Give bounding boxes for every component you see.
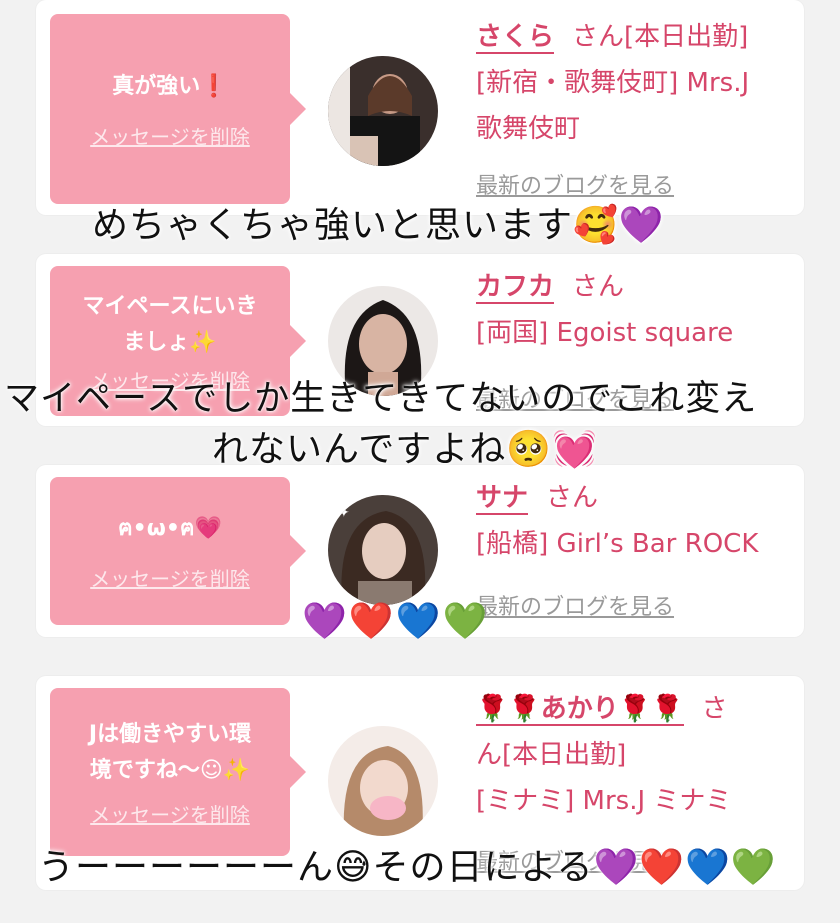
latest-blog-link[interactable]: 最新のブログを見る [476,589,674,621]
honorific: さ [701,694,728,724]
message-bubble: 真が強い❗ メッセージを削除 [50,14,306,204]
overlay-hearts: 💜❤️💙💚 [302,601,490,642]
store-line-1: [船橋] Girl’s Bar ROCK [476,529,759,559]
bubble-message-text: マイペースにいき ましょ✨ [73,289,268,361]
overlay-caption-2-line2: れないんですよね🥺💓 [212,429,598,470]
bubble-message-line1: マイペースにいき [82,293,258,319]
cast-info: さくら さん[本日出勤] [新宿・歌舞伎町] Mrs.J 歌舞伎町 [476,14,790,152]
overlay-caption-1: めちゃくちゃ強いと思います🥰💜 [92,205,665,246]
cast-name-link[interactable]: カフカ [476,272,555,304]
avatar-photo-icon [328,726,438,836]
message-bubble: Jは働きやすい環 境ですね〜☺✨ メッセージを削除 [50,688,306,856]
store-line-1: [両国] Egoist square [476,318,734,348]
bubble-message-line2: 境ですね〜☺✨ [89,757,251,783]
message-bubble: ฅ•ω•ฅ💗 メッセージを削除 [50,477,306,625]
delete-message-link[interactable]: メッセージを削除 [90,799,250,828]
bubble-message-text: ฅ•ω•ฅ💗 [117,515,223,541]
delete-message-link[interactable]: メッセージを削除 [90,563,250,592]
bubble-message-line2: ましょ✨ [123,329,217,355]
cast-name-link[interactable]: 🌹🌹あかり🌹🌹 [476,694,684,726]
delete-message-link[interactable]: メッセージを削除 [90,121,250,150]
avatar[interactable]: ✦ [328,495,438,605]
svg-text:✦: ✦ [338,505,350,521]
bubble-message-text: 真が強い❗ [112,73,228,99]
bubble-message-line1: Jは働きやすい環 [88,721,252,747]
overlay-caption-4: うーーーーーーん😅その日による💜❤️💙💚 [38,847,777,888]
cast-info: 🌹🌹あかり🌹🌹 さ ん[本日出勤] [ミナミ] Mrs.J ミナミ [476,686,790,824]
store-line-2: 歌舞伎町 [476,114,581,144]
status-text: [本日出勤] [624,22,749,52]
cast-name-link[interactable]: さくら [476,22,555,54]
cast-name-link[interactable]: サナ [476,483,529,515]
avatar-photo-icon [328,56,438,166]
avatar-photo-icon: ✦ [328,495,438,605]
status-text: ん[本日出勤] [476,740,627,770]
bubble-message-text: Jは働きやすい環 境ですね〜☺✨ [79,717,261,789]
store-line-1: [新宿・歌舞伎町] Mrs.J [476,68,750,98]
store-line-1: [ミナミ] Mrs.J ミナミ [476,786,732,816]
message-card-1: 真が強い❗ メッセージを削除 さくら さん[本日出勤] [新宿・歌舞伎町] Mrs… [36,0,804,215]
honorific: さん [572,272,625,302]
avatar[interactable] [328,56,438,166]
honorific: さん [572,22,625,52]
honorific: さん [546,483,599,513]
overlay-caption-2-line1: マイペースでしか生きてきてないのでこれ変え [4,379,758,419]
cast-info: サナ さん [船橋] Girl’s Bar ROCK [476,475,790,567]
avatar[interactable] [328,726,438,836]
cast-info: カフカ さん [両国] Egoist square [476,264,790,356]
